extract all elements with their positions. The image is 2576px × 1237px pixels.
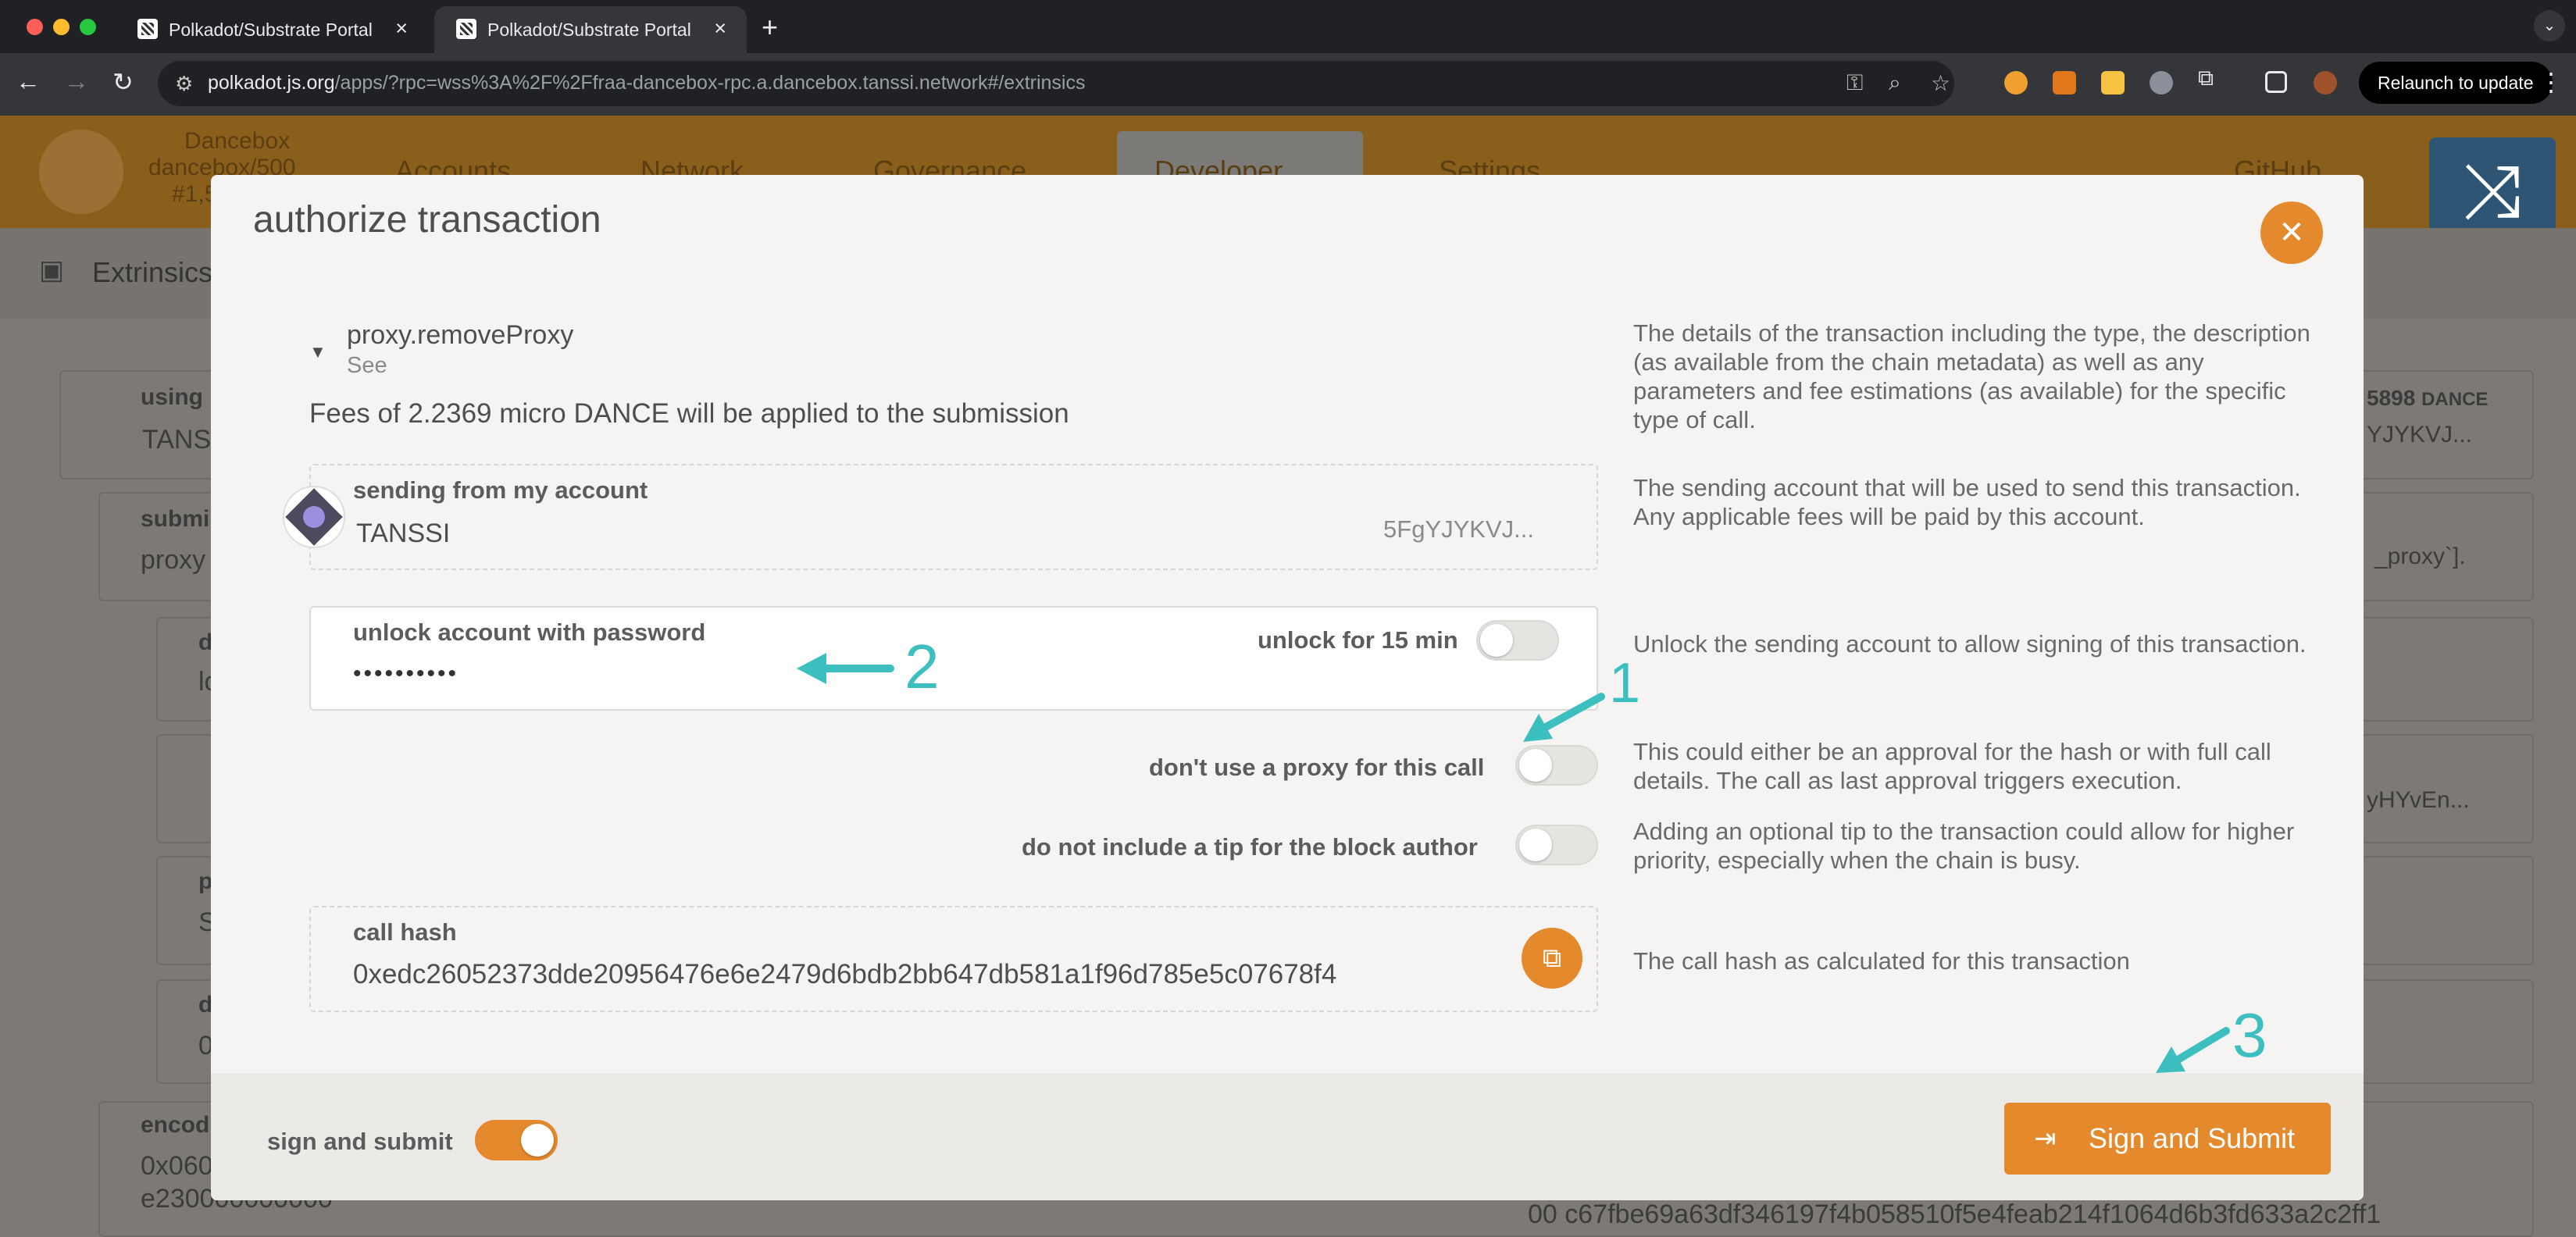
forward-arrow-icon[interactable]: → xyxy=(64,67,89,96)
no-proxy-toggle[interactable] xyxy=(1515,745,1598,786)
extension-icon[interactable] xyxy=(2150,71,2173,94)
call-see-link[interactable]: See xyxy=(347,353,387,379)
zoom-icon[interactable]: ⌕ xyxy=(1889,70,1901,96)
browser-tab-2[interactable]: Polkadot/Substrate Portal × xyxy=(434,6,747,53)
chain-logo[interactable] xyxy=(39,130,123,214)
no-tip-toggle[interactable] xyxy=(1515,825,1598,865)
page-title[interactable]: Extrinsics xyxy=(92,256,212,289)
account-address: 5FgYJYKVJ... xyxy=(1383,515,1534,543)
account-name: TANSSI xyxy=(356,519,451,548)
extension-icon[interactable] xyxy=(2004,71,2028,94)
tab-title: Polkadot/Substrate Portal xyxy=(169,20,373,40)
sending-label: sending from my account xyxy=(353,476,648,504)
back-arrow-icon[interactable]: ← xyxy=(16,67,41,96)
relaunch-button[interactable]: Relaunch to update xyxy=(2359,62,2553,104)
password-input[interactable]: •••••••••• xyxy=(353,661,458,687)
favicon-icon xyxy=(456,19,476,39)
metamask-extension-icon[interactable] xyxy=(2053,71,2076,94)
encoded-value: 0x060 xyxy=(141,1151,213,1181)
call-hash-label: call hash xyxy=(353,918,457,946)
address-bar[interactable]: ⚙ polkadot.js.org/apps/?rpc=wss%3A%2F%2F… xyxy=(158,61,1954,106)
submit-value: proxy xyxy=(141,545,206,575)
using-value: TANS xyxy=(142,425,212,455)
annotation-arrowhead-3 xyxy=(2156,1046,2185,1073)
sign-submit-label: sign and submit xyxy=(267,1128,453,1155)
sign-in-icon: ⇥ xyxy=(2034,1124,2057,1153)
sign-submit-toggle[interactable] xyxy=(475,1120,558,1160)
call-hash-box: call hash 0xedc26052373dde20956476e6e247… xyxy=(309,906,1598,1012)
minimize-window-button[interactable] xyxy=(53,19,70,35)
modal-footer: sign and submit ⇥ Sign and Submit xyxy=(211,1073,2364,1200)
side-panel-icon[interactable] xyxy=(2265,71,2287,93)
tab-search-button[interactable]: ⌄ xyxy=(2534,10,2565,41)
annotation-arrowhead-1 xyxy=(1523,714,1553,742)
account-identicon xyxy=(283,486,345,548)
annotation-number-1: 1 xyxy=(1609,652,1641,715)
no-proxy-label: don't use a proxy for this call xyxy=(1149,754,1485,781)
sending-account-box[interactable]: sending from my account TANSSI 5FgYJYKVJ… xyxy=(283,464,1598,570)
extrinsics-icon: ▣ xyxy=(39,255,65,285)
close-icon[interactable]: ✕ xyxy=(2260,201,2323,264)
extensions-puzzle-icon[interactable]: ⧉ xyxy=(2198,66,2221,90)
hash-tail: 00 c67fbe69a63df346197f4b058510f5e4feab2… xyxy=(1528,1200,2382,1229)
profile-avatar[interactable] xyxy=(2314,71,2337,94)
help-hash: The call hash as calculated for this tra… xyxy=(1633,947,2130,975)
call-hash-value: 0xedc26052373dde20956476e6e2479d6bdb2bb6… xyxy=(353,959,1337,989)
favicon-icon xyxy=(137,19,158,39)
unlock-account-box: unlock account with password •••••••••• … xyxy=(309,606,1598,711)
browser-menu-icon[interactable]: ⋮ xyxy=(2539,67,2564,97)
browser-tab-bar: Polkadot/Substrate Portal × Polkadot/Sub… xyxy=(0,0,2576,53)
param-address: yHYvEn... xyxy=(2367,787,2470,813)
tab-title: Polkadot/Substrate Portal xyxy=(487,20,691,40)
submit-label: submi xyxy=(141,506,210,532)
annotation-arrow-3 xyxy=(2167,1027,2230,1068)
fees-text: Fees of 2.2369 micro DANCE will be appli… xyxy=(309,398,1069,429)
site-info-icon[interactable]: ⚙ xyxy=(175,72,193,96)
reload-icon[interactable]: ↻ xyxy=(112,67,134,97)
sign-and-submit-label: Sign and Submit xyxy=(2089,1122,2296,1154)
help-proxy: This could either be an approval for the… xyxy=(1633,738,2271,794)
password-key-icon[interactable]: ⚿ xyxy=(1846,70,1863,96)
url-text: polkadot.js.org/apps/?rpc=wss%3A%2F%2Ffr… xyxy=(208,72,1086,94)
annotation-number-2: 2 xyxy=(904,632,940,701)
no-tip-label: do not include a tip for the block autho… xyxy=(1022,833,1478,861)
expand-caret-icon[interactable]: ▼ xyxy=(309,342,326,362)
browser-toolbar: ← → ↻ ⚙ polkadot.js.org/apps/?rpc=wss%3A… xyxy=(0,53,2576,116)
tab-close-icon[interactable]: × xyxy=(714,16,726,41)
help-tip: Adding an optional tip to the transactio… xyxy=(1633,818,2295,874)
unlock-label: unlock account with password xyxy=(353,618,706,646)
maximize-window-button[interactable] xyxy=(80,19,96,35)
chain-name: Dancebox xyxy=(184,128,291,154)
proxy-hint: _proxy`]. xyxy=(2374,544,2466,569)
help-sending: The sending account that will be used to… xyxy=(1633,474,2301,530)
call-name[interactable]: proxy.removeProxy xyxy=(347,320,573,351)
browser-tab-1[interactable]: Polkadot/Substrate Portal × xyxy=(116,6,428,53)
tab-close-icon[interactable]: × xyxy=(395,16,408,41)
using-label: using xyxy=(141,384,203,410)
close-window-button[interactable] xyxy=(27,19,43,35)
encoded-label: encod xyxy=(141,1112,210,1138)
copy-icon[interactable]: ⧉ xyxy=(1522,928,1582,989)
authorize-transaction-modal: authorize transaction ✕ ▼ proxy.removePr… xyxy=(211,175,2364,1200)
sign-and-submit-button[interactable]: ⇥ Sign and Submit xyxy=(2004,1103,2331,1175)
modal-title: authorize transaction xyxy=(253,199,601,241)
balance: 5898 DANCE xyxy=(2367,386,2489,410)
help-unlock: Unlock the sending account to allow sign… xyxy=(1633,630,2307,658)
new-tab-button[interactable]: + xyxy=(762,11,778,44)
extension-icon[interactable] xyxy=(2101,71,2125,94)
annotation-number-3: 3 xyxy=(2232,1000,2267,1070)
balance-address: YJYKVJ... xyxy=(2367,422,2473,447)
unlock-for-toggle[interactable] xyxy=(1476,620,1559,661)
help-details: The details of the transaction including… xyxy=(1633,319,2310,433)
bookmark-star-icon[interactable]: ☆ xyxy=(1931,70,1950,96)
unlock-for-label: unlock for 15 min xyxy=(1258,626,1458,654)
